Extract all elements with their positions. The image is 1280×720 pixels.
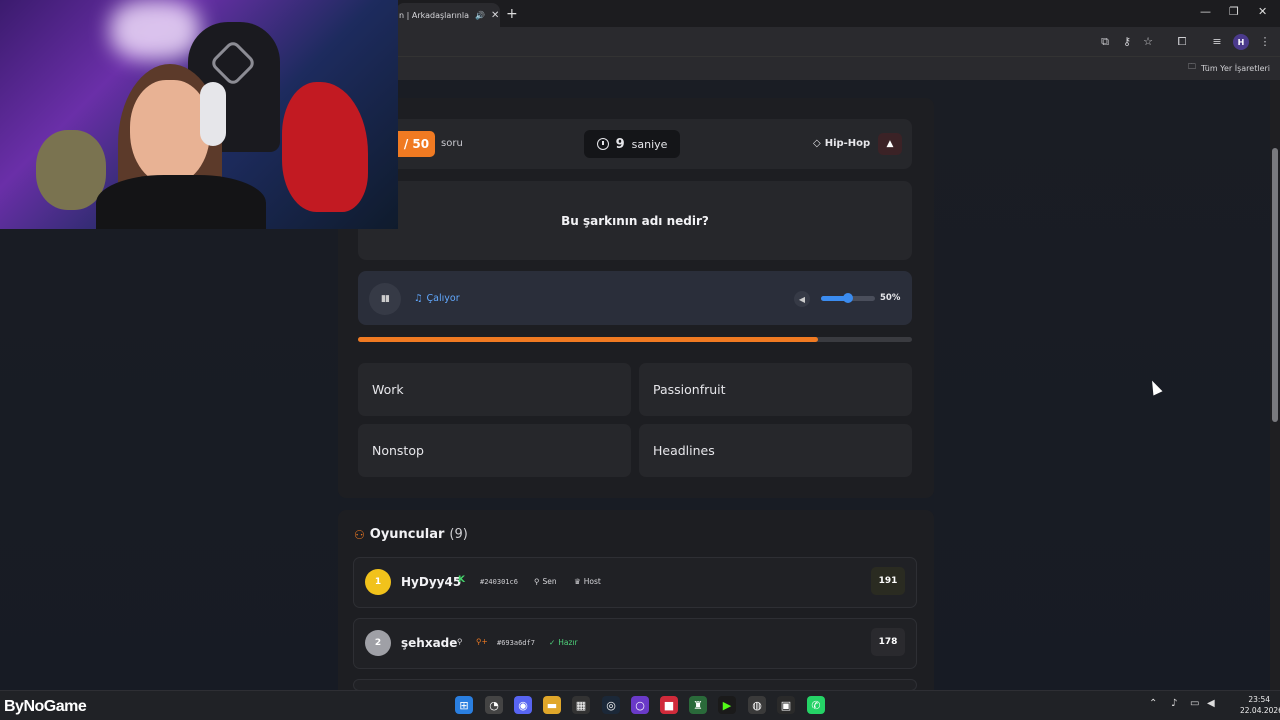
close-window-icon[interactable]: ✕ — [1258, 5, 1267, 18]
add-friend-icon[interactable]: ⚲+ — [476, 637, 488, 646]
webcam-person-face — [130, 80, 210, 185]
you-label: Sen — [542, 577, 557, 586]
player-id: #240301c6 — [480, 578, 518, 586]
answer-option-4[interactable]: Headlines — [639, 424, 912, 477]
players-title: Oyuncular — [369, 527, 445, 542]
question-counter-label: soru — [441, 138, 463, 149]
host-label: Host — [583, 577, 601, 586]
crown-icon: ♛ — [574, 577, 581, 586]
menu-kebab-icon[interactable]: ⋮ — [1258, 35, 1272, 49]
microphone-icon[interactable]: ♪ — [1171, 698, 1177, 709]
playing-status: ♫ Çalıyor — [414, 293, 460, 304]
clock-icon — [596, 138, 609, 150]
user-icon: ⚲ — [457, 637, 463, 646]
players-heading: ⚇ Oyuncular (9) — [354, 527, 468, 542]
app-green-icon[interactable]: ♜ — [689, 696, 707, 714]
volume-icon[interactable]: ◀ — [794, 291, 810, 307]
rank-badge: 1 — [365, 569, 391, 595]
tab-title: n | Arkadaşlarınla — [399, 10, 469, 20]
whatsapp-icon[interactable]: ✆ — [807, 696, 825, 714]
player-name: HyDyy45 — [401, 575, 462, 589]
playing-label: Çalıyor — [426, 293, 460, 304]
password-key-icon[interactable]: ⚷ — [1120, 35, 1134, 49]
volume-slider-handle[interactable] — [843, 293, 853, 303]
player-id: #693a6df7 — [497, 639, 535, 647]
app-square-icon[interactable]: ▣ — [777, 696, 795, 714]
network-icon[interactable]: ▭ — [1190, 698, 1199, 709]
user-icon: ⚲ — [534, 577, 540, 586]
store-icon[interactable]: ▦ — [572, 696, 590, 714]
question-counter: / 50 — [398, 131, 435, 157]
file-explorer-icon[interactable]: ▬ — [543, 696, 561, 714]
webcam-light — [110, 0, 200, 60]
genre-label: Hip-Hop — [824, 138, 871, 149]
report-button[interactable]: ▲ — [878, 133, 902, 155]
app-red-icon[interactable]: ■ — [660, 696, 678, 714]
discord-icon[interactable]: ◉ — [514, 696, 532, 714]
player-name: şehxade — [401, 636, 458, 650]
speaker-icon: 🔊 — [475, 10, 485, 20]
webcam-red-plush — [282, 82, 368, 212]
users-icon: ⚇ — [354, 527, 365, 542]
ready-chip: ✓ Hazır — [549, 638, 578, 647]
scrollbar-thumb[interactable] — [1272, 148, 1278, 422]
system-clock[interactable]: 23:54 22.04.2026 — [1240, 694, 1280, 716]
timer-value: 9 — [615, 136, 625, 152]
webcam-headphones — [200, 82, 226, 146]
all-bookmarks-folder[interactable]: 🗀 Tüm Yer İşaretleri — [1188, 61, 1270, 75]
player-score: 191 — [871, 567, 905, 595]
you-chip: ⚲ Sen — [534, 577, 557, 586]
close-tab-icon[interactable]: ✕ — [491, 10, 499, 21]
cast-icon[interactable]: ⧉ — [1098, 35, 1112, 49]
webcam-person-body — [96, 175, 266, 229]
volume-percent: 50% — [880, 293, 901, 303]
profile-avatar[interactable]: H — [1233, 34, 1249, 50]
bookmark-folder-label: Tüm Yer İşaretleri — [1200, 63, 1270, 73]
rank-badge: 2 — [365, 630, 391, 656]
restore-icon[interactable]: ❐ — [1229, 5, 1239, 18]
media-control-icon[interactable]: ≡ — [1210, 35, 1224, 49]
countdown-timer: 9 saniye — [584, 130, 680, 158]
song-progress-fill — [358, 337, 818, 342]
answer-option-1[interactable]: Work — [358, 363, 631, 416]
answer-option-3[interactable]: Nonstop — [358, 424, 631, 477]
check-circle-icon: ✓ — [549, 638, 556, 647]
bookmark-star-icon[interactable]: ☆ — [1141, 35, 1155, 49]
webcam-overlay — [0, 0, 398, 229]
pause-button[interactable]: ▮▮ — [369, 283, 401, 315]
clock-time: 23:54 — [1248, 695, 1270, 704]
warning-icon: ▲ — [886, 139, 894, 149]
brand-watermark: ByNoGame — [4, 698, 87, 715]
app-icon[interactable]: ◔ — [485, 696, 503, 714]
music-note-icon: ♫ — [414, 293, 423, 304]
ready-label: Hazır — [558, 638, 578, 647]
folder-icon: 🗀 — [1187, 62, 1196, 71]
tag-icon: ◇ — [813, 138, 821, 149]
timer-unit: saniye — [631, 137, 668, 151]
pause-icon: ▮▮ — [381, 294, 390, 304]
webcam-plush-toy — [36, 130, 106, 210]
host-chip: ♛ Host — [574, 577, 601, 586]
genre-tag: ◇ Hip-Hop — [813, 138, 870, 149]
kick-app-icon[interactable]: ▶ — [718, 696, 736, 714]
clock-date: 22.04.2026 — [1240, 706, 1280, 715]
question-text: Bu şarkının adı nedir? — [358, 181, 912, 260]
start-menu-icon[interactable]: ⊞ — [455, 696, 473, 714]
new-tab-button[interactable]: + — [506, 6, 518, 22]
chrome-icon[interactable]: ◍ — [748, 696, 766, 714]
speaker-tray-icon[interactable]: ◀ — [1207, 698, 1215, 709]
answer-option-2[interactable]: Passionfruit — [639, 363, 912, 416]
kick-icon: K — [458, 575, 465, 585]
steam-icon[interactable]: ◎ — [602, 696, 620, 714]
player-score: 178 — [871, 628, 905, 656]
tray-expand-icon[interactable]: ⌃ — [1149, 698, 1157, 709]
browser-tab-active[interactable]: n | Arkadaşlarınla 🔊 ✕ — [396, 3, 500, 27]
minimize-icon[interactable]: — — [1200, 5, 1211, 18]
extensions-icon[interactable]: ⧠ — [1175, 35, 1189, 49]
players-count: (9) — [449, 527, 468, 542]
obs-icon[interactable]: ○ — [631, 696, 649, 714]
